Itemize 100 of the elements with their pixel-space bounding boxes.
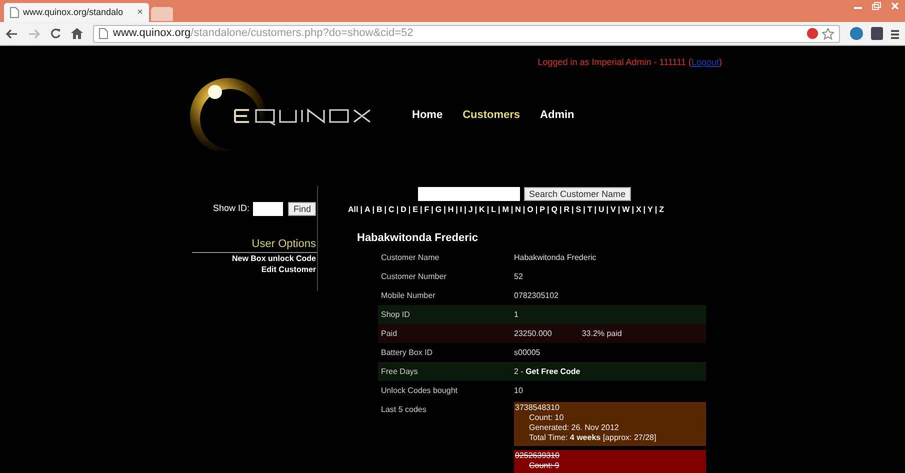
customer-heading: Habakwitonda Frederic — [357, 230, 480, 246]
letter-link[interactable]: E — [412, 204, 418, 216]
field-label: Last 5 codes — [380, 404, 428, 416]
letter-separator: | — [559, 204, 562, 216]
letter-link[interactable]: W — [622, 204, 630, 216]
letter-link[interactable]: O — [527, 204, 534, 216]
letter-link[interactable]: C — [388, 204, 394, 216]
back-icon[interactable] — [6, 28, 18, 38]
code-detail: Generated: 26. Nov 2012 — [528, 423, 620, 433]
field-value: Habakwitonda Frederic — [514, 252, 596, 264]
letter-link[interactable]: B — [376, 204, 382, 216]
field-value: 0782305102 — [514, 290, 558, 302]
extension-icon[interactable] — [850, 27, 863, 40]
code-detail: Count: 10 — [528, 413, 565, 423]
stop-sign-icon[interactable] — [807, 28, 818, 39]
letter-separator: | — [643, 204, 646, 216]
letter-link[interactable]: L — [491, 204, 496, 216]
letter-separator: | — [396, 204, 399, 216]
field-value: 23250.000 — [514, 328, 552, 340]
address-bar[interactable]: www.quinox.org/standalone/customers.php?do=show&cid=52 — [93, 24, 840, 42]
field-label: Free Days — [380, 366, 419, 378]
field-label: Battery Box ID — [380, 347, 434, 359]
field-value: s00005 — [514, 347, 540, 359]
letter-separator: | — [606, 204, 609, 216]
letter-link[interactable]: I — [460, 204, 462, 216]
letter-link[interactable]: K — [479, 204, 485, 216]
search-button[interactable]: Search Customer Name — [524, 186, 631, 200]
letter-link[interactable]: D — [400, 204, 406, 216]
code-number: 0252639310 — [515, 450, 560, 461]
letter-separator: | — [547, 204, 550, 216]
nav-link[interactable]: Admin — [540, 107, 574, 124]
nav-link[interactable]: Home — [412, 107, 443, 124]
sidebar-link[interactable]: New Box unlock Code — [232, 253, 317, 264]
id-input-field[interactable] — [253, 202, 284, 216]
letter-separator: | — [384, 204, 387, 216]
letter-separator: | — [360, 204, 362, 216]
letter-separator: | — [456, 204, 458, 216]
code-number: 3738548310 — [515, 402, 560, 413]
section-title: User Options — [192, 236, 317, 253]
letter-link[interactable]: Q — [551, 204, 558, 216]
restore-icon[interactable] — [872, 2, 881, 10]
letter-link[interactable]: Z — [659, 204, 664, 216]
letter-link[interactable]: X — [636, 204, 642, 216]
login-status: Logged in as Imperial Admin - 111111 (Logout) — [538, 56, 722, 69]
letter-separator: | — [594, 204, 596, 216]
field-label: Shop ID — [380, 309, 411, 321]
field-value: 1 — [514, 309, 518, 321]
find-button[interactable]: Find — [288, 202, 316, 216]
letter-link[interactable]: N — [515, 204, 521, 216]
letter-separator: | — [535, 204, 538, 216]
search-field[interactable] — [418, 186, 520, 200]
letter-separator: | — [632, 204, 634, 216]
letter-separator: | — [420, 204, 422, 216]
home-icon[interactable] — [71, 28, 83, 39]
letter-link[interactable]: P — [540, 204, 545, 216]
url-text: www.quinox.org/standalone/customers.php?do=show&cid=52 — [113, 26, 414, 42]
letter-link[interactable]: J — [468, 204, 473, 216]
close-tab-button[interactable]: × — [137, 5, 143, 20]
letter-separator: | — [510, 204, 514, 216]
field-label: Paid — [380, 328, 398, 340]
letter-link[interactable]: All — [348, 204, 358, 216]
field-label: Unlock Codes bought — [380, 385, 458, 397]
letter-separator: | — [522, 204, 526, 216]
sidebar-link[interactable]: Edit Customer — [261, 264, 317, 275]
letter-link[interactable]: H — [448, 204, 454, 216]
letter-link[interactable]: R — [564, 204, 570, 216]
show-id-label: Show ID: — [212, 202, 250, 215]
field-value: 10 — [514, 385, 523, 397]
letter-link[interactable]: U — [598, 204, 604, 216]
nav-link[interactable]: Customers — [462, 107, 520, 124]
letter-separator: | — [654, 204, 658, 216]
letter-link[interactable]: S — [576, 204, 582, 216]
letter-link[interactable]: A — [364, 204, 370, 216]
menu-icon[interactable] — [891, 28, 899, 38]
letter-link[interactable]: Y — [648, 204, 653, 216]
letter-link[interactable]: M — [502, 204, 509, 216]
star-icon[interactable] — [822, 28, 834, 40]
letter-separator: | — [372, 204, 375, 216]
browser-tab[interactable]: www.quinox.org/standalo × — [4, 3, 149, 22]
letter-separator: | — [583, 204, 586, 216]
field-value: 2 - Get Free Code — [514, 366, 580, 378]
code-detail: Total Time: 4 weeks [approx: 27/28] — [528, 433, 658, 443]
letter-separator: | — [498, 204, 500, 216]
field-label: Mobile Number — [380, 290, 436, 302]
letter-link[interactable]: F — [424, 204, 430, 216]
paid-percent: 33.2% paid — [582, 328, 622, 340]
reload-icon[interactable] — [50, 28, 61, 39]
letter-separator: | — [408, 204, 411, 216]
get-code-link[interactable]: Get Free Code — [526, 367, 580, 376]
letter-separator: | — [431, 204, 434, 216]
letter-separator: | — [474, 204, 478, 216]
letter-link[interactable]: T — [587, 204, 592, 216]
letter-separator: | — [464, 204, 466, 216]
page-icon — [10, 7, 19, 18]
letter-separator: | — [444, 204, 446, 216]
letter-link[interactable]: G — [435, 204, 442, 216]
close-icon[interactable] — [891, 2, 899, 10]
field-label: Customer Number — [380, 271, 448, 283]
letter-link[interactable]: V — [610, 204, 616, 216]
field-value: 52 — [514, 271, 523, 283]
